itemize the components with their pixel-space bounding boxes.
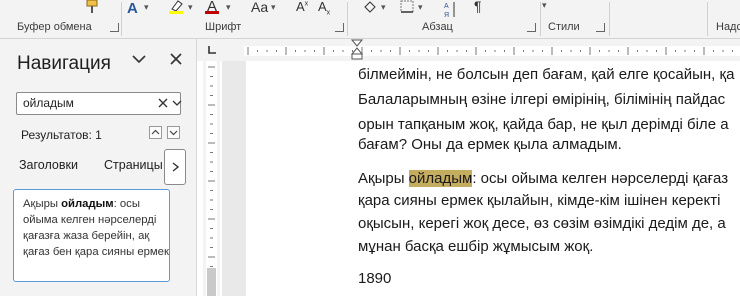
previous-result-button[interactable] [149, 126, 162, 139]
ruler-ticks [247, 47, 733, 55]
search-input[interactable]: ойладым [16, 92, 182, 115]
close-icon[interactable] [168, 51, 184, 67]
paragraph-launcher-icon[interactable] [527, 23, 536, 32]
tab-results-button[interactable] [164, 149, 186, 185]
result-match: ойладым [61, 198, 114, 210]
svg-text:Я: Я [444, 12, 449, 19]
subscript-icon[interactable]: Ax [318, 0, 330, 17]
group-label-addins: Надс [716, 21, 740, 33]
chevron-down-icon[interactable]: ▾ [542, 0, 547, 11]
navigation-title: Навигация [17, 53, 111, 74]
group-label-styles: Стили [548, 21, 580, 33]
group-separator [540, 2, 541, 36]
navigation-pane: Навигация ойладым Результатов: 1 Заголов… [0, 39, 197, 296]
next-result-button[interactable] [167, 126, 180, 139]
group-separator [707, 2, 708, 36]
vertical-ruler-margin [207, 268, 216, 296]
document-line-with-match[interactable]: Ақыры ойладым: осы ойыма келген нәрселер… [358, 170, 728, 187]
result-text-before: Ақыры [23, 198, 62, 210]
vertical-ruler-ticks [208, 66, 215, 296]
pilcrow-icon[interactable]: ¶ [474, 0, 482, 14]
tab-selector-icon[interactable] [208, 45, 217, 54]
group-label-paragraph: Абзац [422, 21, 453, 33]
group-separator [121, 2, 122, 36]
tab-pages[interactable]: Страницы [104, 158, 163, 172]
chevron-down-icon[interactable]: ▾ [188, 2, 193, 13]
chevron-down-icon [169, 130, 178, 136]
text-effects-icon[interactable]: A [127, 0, 138, 17]
search-result-item[interactable]: Ақыры ойладым: осы ойыма келген нәрселер… [13, 189, 170, 282]
borders-icon[interactable] [399, 0, 415, 14]
chevron-down-icon[interactable]: ▾ [226, 2, 231, 13]
ribbon: Буфер обмена A ▾ ▾ A ▾ Aa ▾ Ax Ax Шрифт … [0, 0, 740, 39]
group-label-font: Шрифт [205, 21, 242, 33]
search-highlight[interactable]: ойладым [408, 170, 473, 187]
text-after-match: : осы ойыма келген нәрселерді қағаз [472, 170, 729, 187]
clear-search-icon[interactable] [157, 97, 169, 109]
superscript-icon[interactable]: Ax [296, 0, 308, 14]
format-painter-icon[interactable] [84, 0, 102, 14]
indent-marker-icon[interactable] [350, 39, 364, 61]
document-year[interactable]: 1890 [358, 270, 391, 287]
chevron-down-icon[interactable]: ▾ [381, 2, 386, 13]
styles-launcher-icon[interactable] [596, 23, 605, 32]
document-line[interactable]: орын тапқаным жоқ, қайда бар, не қыл дер… [358, 116, 729, 133]
chevron-down-icon[interactable]: ▾ [418, 2, 423, 13]
change-case-icon[interactable]: Aa [251, 0, 268, 15]
text-before-match: Ақыры [358, 170, 409, 187]
tab-headings[interactable]: Заголовки [19, 158, 78, 172]
sort-icon[interactable]: A Я [443, 0, 457, 20]
document-line[interactable]: бағам? Оны да ермек қыла алмадым. [358, 136, 622, 153]
document-line[interactable]: Балаларымның өзіне ілгері өмірінің, білі… [358, 91, 725, 108]
document-gutter [222, 61, 246, 296]
results-count: Результатов: 1 [21, 128, 102, 142]
group-separator [609, 2, 610, 36]
document-line[interactable]: білмеймін, не болсын деп бағам, қай елге… [358, 66, 734, 83]
search-input-value[interactable]: ойладым [23, 96, 74, 110]
clipboard-launcher-icon[interactable] [110, 23, 119, 32]
chevron-right-icon [172, 162, 180, 172]
chevron-down-icon[interactable]: ▾ [144, 2, 149, 13]
font-color-bar [205, 11, 219, 14]
search-options-chevron-icon[interactable] [172, 98, 182, 108]
group-separator [347, 2, 348, 36]
chevron-down-icon[interactable]: ▾ [271, 2, 276, 13]
font-launcher-icon[interactable] [335, 23, 344, 32]
svg-text:A: A [444, 3, 449, 10]
highlight-color-icon[interactable] [167, 0, 187, 14]
group-label-clipboard: Буфер обмена [17, 21, 92, 33]
pane-options-chevron-icon[interactable] [131, 51, 147, 67]
document-line[interactable]: оқысын, керегі жоқ десе, өз сөзім өзімді… [358, 215, 726, 232]
document-line[interactable]: мұнан басқа ешбір жұмысым жоқ. [358, 238, 593, 255]
shading-icon[interactable] [362, 0, 378, 14]
document-line[interactable]: қара сияны ермек қылайын, кімде-кім ішін… [358, 192, 720, 209]
chevron-up-icon [151, 129, 160, 135]
